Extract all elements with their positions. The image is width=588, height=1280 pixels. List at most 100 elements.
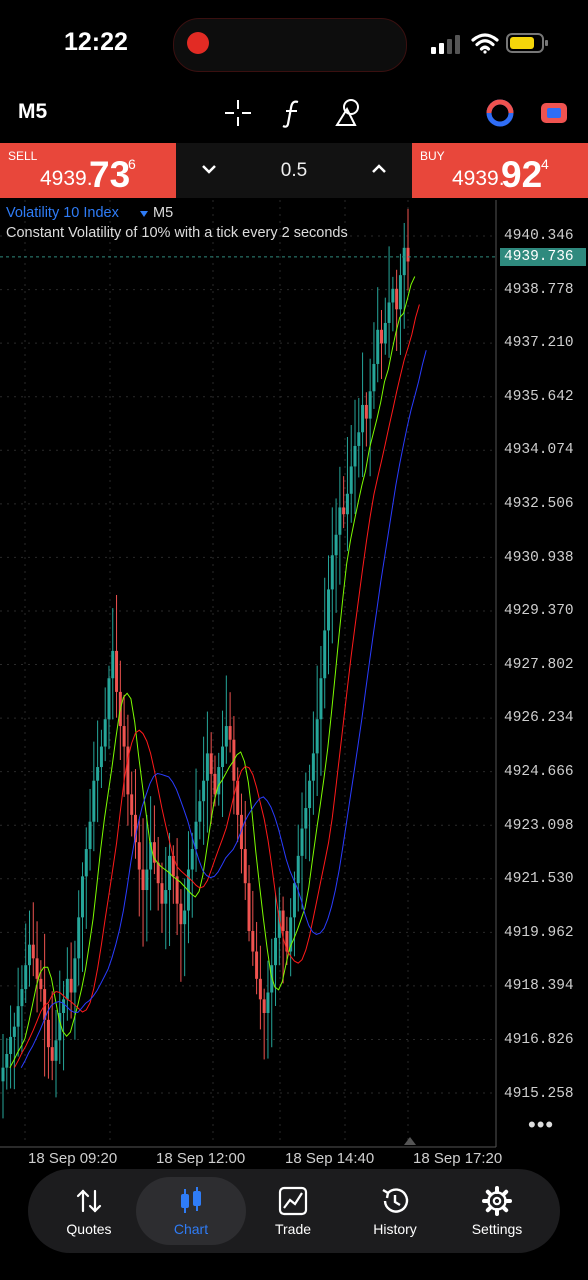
buy-button[interactable]: BUY 4939. 92 4: [412, 143, 588, 198]
candle-body: [391, 288, 395, 303]
candle-body: [35, 958, 39, 979]
candle-body: [194, 821, 198, 850]
candle-body: [103, 719, 107, 747]
candle-body: [255, 951, 259, 979]
sell-label: SELL: [8, 149, 38, 163]
candle-body: [137, 842, 141, 870]
candle-body: [349, 466, 353, 494]
gear-icon: [482, 1186, 512, 1216]
candle-body: [39, 978, 43, 990]
candle-body: [65, 978, 69, 1000]
candle-body: [372, 363, 376, 392]
increase-volume-icon[interactable]: [370, 162, 388, 176]
candle-body: [69, 978, 73, 993]
candle-body: [99, 746, 103, 768]
candle-body: [16, 1006, 20, 1027]
candle-body: [364, 404, 368, 419]
candle-body: [353, 445, 357, 467]
candle-body: [213, 773, 217, 795]
candle-body: [345, 493, 349, 515]
candle-body: [179, 903, 183, 925]
candle-body: [281, 910, 285, 932]
price-chart[interactable]: [0, 200, 588, 1170]
moving-average-slow: [20, 350, 427, 1068]
candle-body: [141, 869, 145, 891]
candle-body: [266, 992, 270, 1013]
chart-description: Constant Volatility of 10% with a tick e…: [6, 225, 348, 241]
candle-body: [402, 247, 406, 276]
candle-body: [247, 883, 251, 932]
candle-body: [205, 753, 209, 781]
tab-label: History: [373, 1221, 417, 1237]
crosshair-icon[interactable]: [221, 96, 255, 130]
symbol-dropdown-icon[interactable]: [139, 209, 149, 219]
candle-body: [228, 726, 232, 740]
candle-body: [77, 917, 81, 959]
candle-body: [315, 719, 319, 754]
candle-body: [88, 821, 92, 850]
candle-body: [383, 322, 387, 344]
indicators-icon[interactable]: [276, 96, 310, 130]
recording-indicator-icon: [187, 32, 209, 54]
price-axis-label: 4937.210: [504, 335, 574, 352]
candle-body: [243, 849, 247, 884]
price-axis-label: 4921.530: [504, 871, 574, 888]
candle-body: [376, 329, 380, 364]
tab-label: Settings: [471, 1221, 523, 1237]
wifi-icon: [471, 33, 499, 54]
price-axis-label: 4940.346: [504, 228, 574, 244]
price-axis-label: 4935.642: [504, 388, 574, 405]
tab-chart[interactable]: Chart: [141, 1169, 241, 1253]
candle-body: [395, 288, 399, 310]
price-axis-label: 4924.666: [504, 764, 574, 780]
timeframe-selector[interactable]: M5: [18, 100, 47, 124]
tab-label: Trade: [274, 1221, 312, 1237]
candle-body: [361, 404, 365, 433]
trade-icon: [278, 1186, 308, 1216]
buy-price-fraction: 4: [541, 156, 549, 172]
candle-body: [46, 1019, 50, 1048]
sell-button[interactable]: SELL 4939. 73 6: [0, 143, 176, 198]
chart-symbol[interactable]: Volatility 10 Index: [6, 205, 119, 221]
candle-body: [338, 507, 342, 535]
objects-icon[interactable]: [332, 96, 366, 130]
price-axis-label: 4926.234: [504, 710, 574, 727]
more-options-button[interactable]: •••: [528, 1112, 554, 1138]
chart-timeframe: M5: [153, 205, 174, 221]
candle-body: [342, 507, 346, 515]
candle-body: [190, 849, 194, 870]
candle-body: [9, 1036, 13, 1054]
price-axis-label: 4934.074: [504, 442, 574, 459]
time-label: 18 Sep 17:20: [413, 1150, 503, 1167]
one-click-trading-icon[interactable]: [537, 96, 571, 130]
candle-body: [1, 1067, 5, 1082]
account-chart-icon[interactable]: [483, 96, 517, 130]
candle-body: [12, 1026, 16, 1037]
candle-body: [221, 746, 225, 768]
sell-price-prefix: 4939.: [40, 167, 93, 190]
candle-body: [258, 978, 262, 1000]
time-label: 18 Sep 12:00: [156, 1150, 246, 1167]
tab-trade[interactable]: Trade: [243, 1169, 343, 1253]
candle-body: [217, 767, 221, 795]
candle-body: [111, 650, 115, 679]
tab-settings[interactable]: Settings: [447, 1169, 547, 1253]
candle-body: [156, 862, 160, 884]
quotes-icon: [76, 1189, 102, 1213]
candle-body: [406, 247, 410, 262]
candle-body: [122, 726, 126, 747]
candle-body: [130, 794, 134, 815]
price-axis-label: 4919.962: [504, 924, 574, 941]
tab-quotes[interactable]: Quotes: [39, 1169, 139, 1253]
candle-body: [262, 999, 266, 1013]
sell-price-fraction: 6: [128, 156, 136, 172]
candle-body: [202, 780, 206, 802]
candle-body: [323, 630, 327, 679]
battery-icon: [506, 33, 548, 53]
tab-history[interactable]: History: [345, 1169, 445, 1253]
buy-label: BUY: [420, 149, 445, 163]
candle-body: [27, 944, 31, 966]
candle-body: [92, 780, 96, 822]
candle-body: [115, 650, 119, 692]
candle-body: [73, 958, 77, 993]
